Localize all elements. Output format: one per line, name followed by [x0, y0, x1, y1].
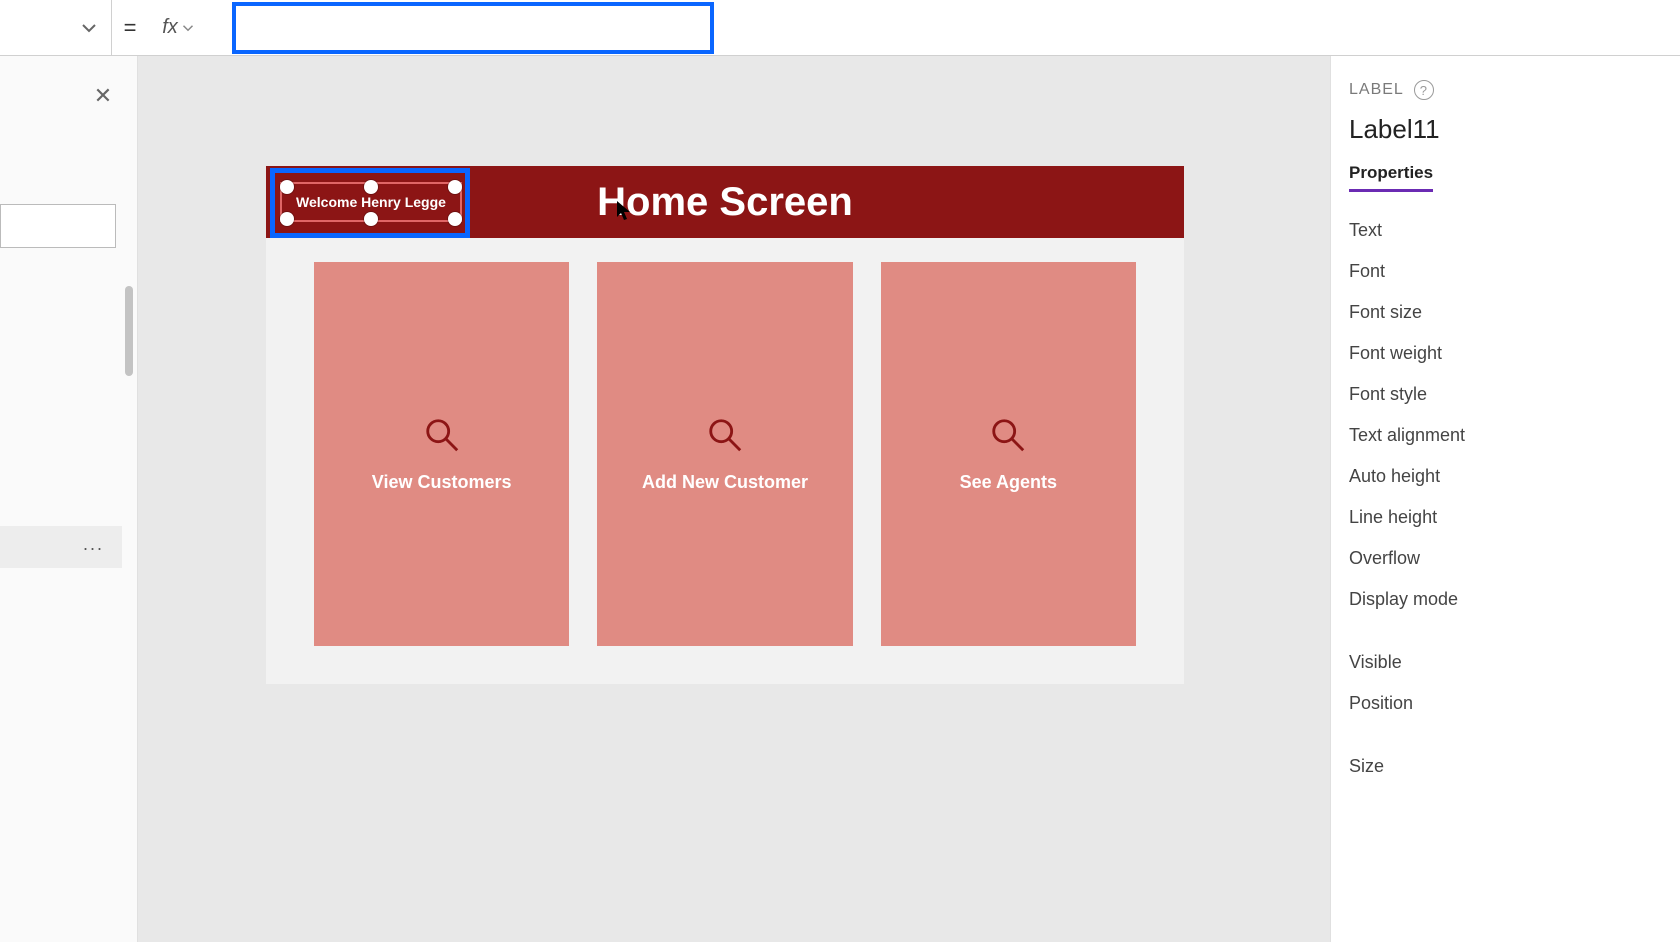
left-search-input[interactable] [0, 204, 116, 248]
header-title: Home Screen [597, 180, 853, 225]
element-name: Label11 [1349, 114, 1660, 145]
formula-bar: = fx Concatenate ("Welcome ", User().Ful… [0, 0, 1680, 56]
search-icon [989, 416, 1027, 454]
prop-text-alignment[interactable]: Text alignment [1349, 415, 1660, 456]
properties-panel: LABEL ? Label11 Properties Text Font Fon… [1330, 56, 1680, 942]
chevron-down-icon [182, 22, 194, 34]
tab-properties[interactable]: Properties [1349, 163, 1433, 192]
resize-handle[interactable] [364, 180, 378, 194]
formula-input[interactable]: Concatenate ("Welcome ", User().FullName… [208, 0, 1680, 56]
equals-label: = [112, 15, 148, 41]
prop-font-weight[interactable]: Font weight [1349, 333, 1660, 374]
prop-display-mode[interactable]: Display mode [1349, 579, 1660, 620]
canvas-area[interactable]: Home Screen Welcome Henry Legge View Cus… [138, 56, 1330, 942]
prop-position[interactable]: Position [1349, 683, 1660, 724]
prop-divider [1349, 724, 1660, 746]
prop-size[interactable]: Size [1349, 746, 1660, 787]
app-screen[interactable]: Home Screen Welcome Henry Legge View Cus… [266, 166, 1184, 684]
tile-label: See Agents [960, 472, 1057, 493]
element-type-row: LABEL ? [1349, 80, 1660, 100]
tile-label: Add New Customer [642, 472, 808, 493]
prop-auto-height[interactable]: Auto height [1349, 456, 1660, 497]
prop-line-height[interactable]: Line height [1349, 497, 1660, 538]
fx-label: fx [162, 16, 178, 39]
tile-add-customer[interactable]: Add New Customer [597, 262, 852, 646]
prop-font-size[interactable]: Font size [1349, 292, 1660, 333]
resize-handle[interactable] [280, 212, 294, 226]
resize-handle[interactable] [280, 180, 294, 194]
search-icon [706, 416, 744, 454]
prop-font[interactable]: Font [1349, 251, 1660, 292]
fx-button[interactable]: fx [148, 8, 208, 48]
left-scrollbar[interactable] [125, 286, 133, 376]
tiles-row: View Customers Add New Customer See Agen… [314, 262, 1136, 646]
tile-see-agents[interactable]: See Agents [881, 262, 1136, 646]
tile-view-customers[interactable]: View Customers [314, 262, 569, 646]
prop-overflow[interactable]: Overflow [1349, 538, 1660, 579]
element-type-label: LABEL [1349, 81, 1404, 99]
close-icon[interactable]: ✕ [91, 84, 115, 108]
tree-selected-row[interactable]: ... [0, 526, 122, 568]
prop-visible[interactable]: Visible [1349, 642, 1660, 683]
prop-font-style[interactable]: Font style [1349, 374, 1660, 415]
resize-handle[interactable] [448, 212, 462, 226]
prop-divider [1349, 620, 1660, 642]
resize-handle[interactable] [364, 212, 378, 226]
left-tree-panel: ✕ ... [0, 56, 138, 942]
cursor-icon [616, 200, 632, 222]
property-dropdown[interactable] [0, 0, 112, 56]
prop-text[interactable]: Text [1349, 210, 1660, 251]
more-icon[interactable]: ... [83, 534, 104, 555]
help-icon[interactable]: ? [1414, 80, 1434, 100]
tile-label: View Customers [372, 472, 512, 493]
resize-handle[interactable] [448, 180, 462, 194]
search-icon [423, 416, 461, 454]
chevron-down-icon [81, 20, 97, 36]
